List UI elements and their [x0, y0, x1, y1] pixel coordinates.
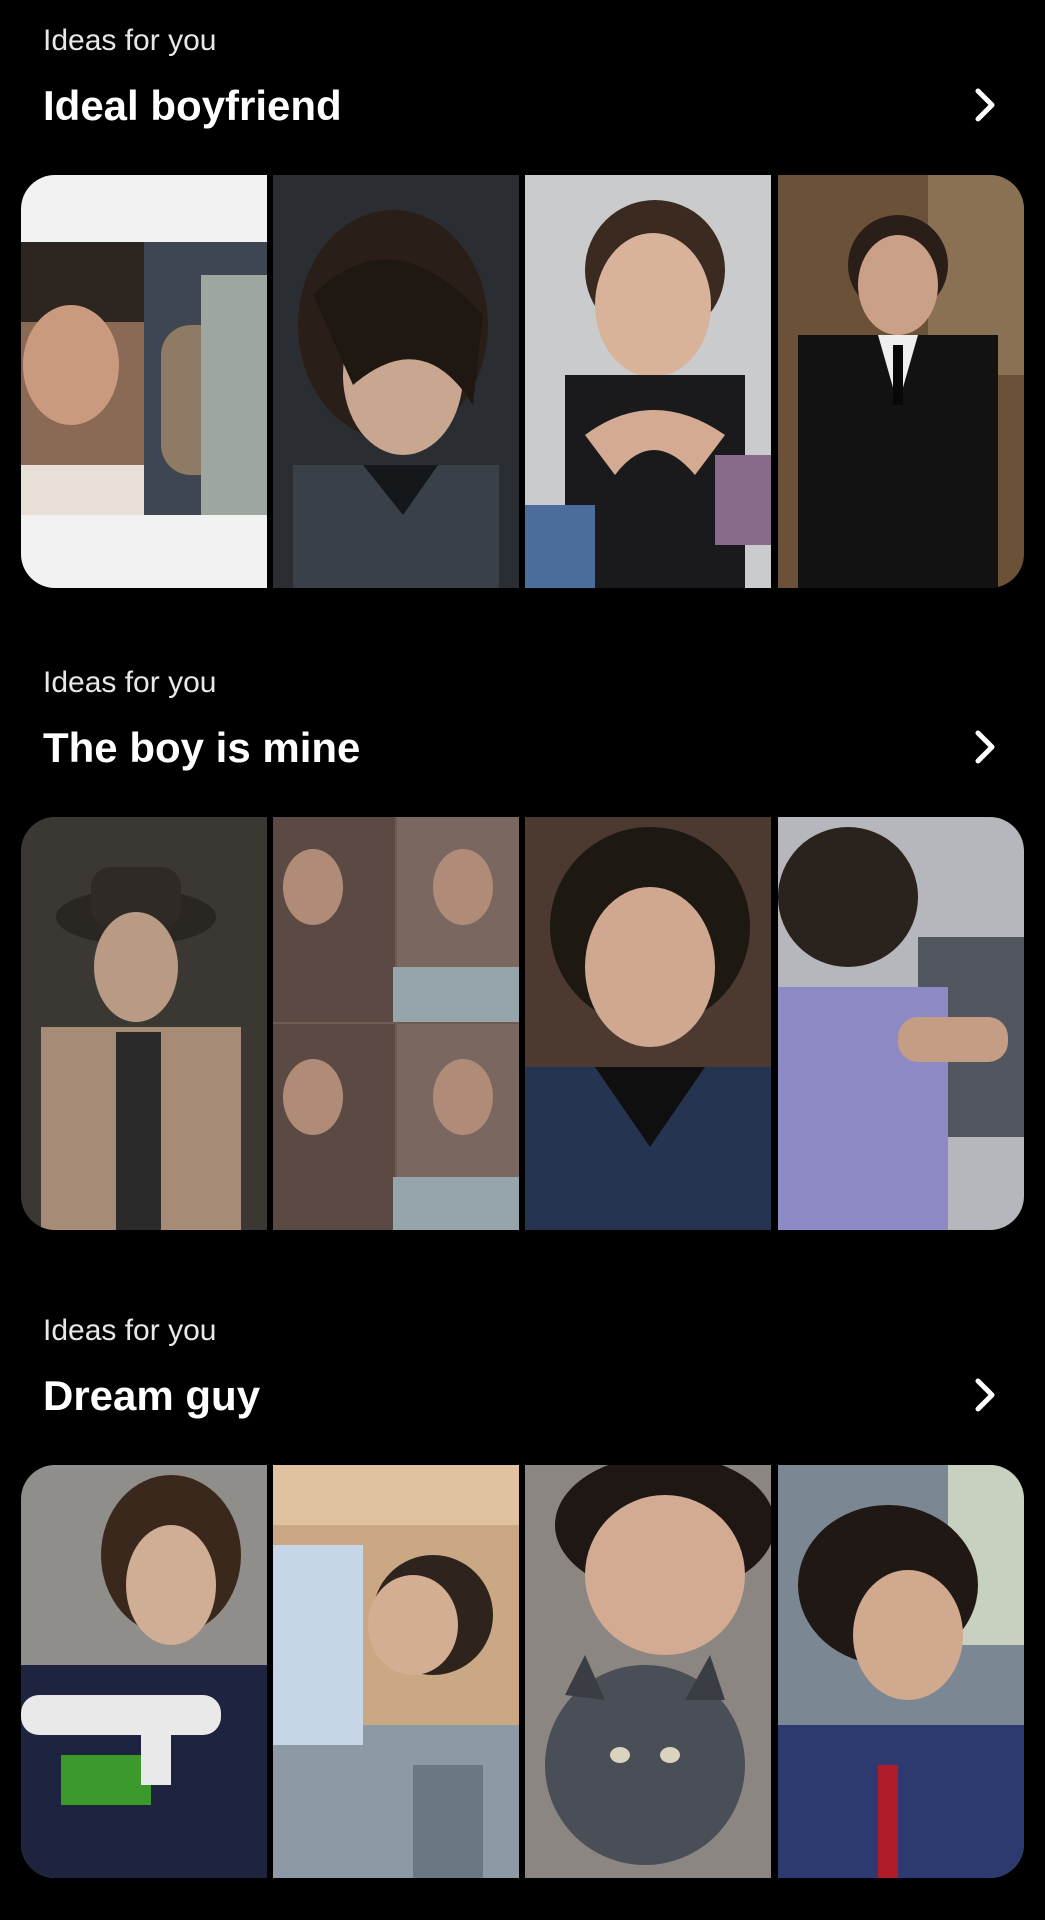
section-kicker: Ideas for you	[43, 24, 217, 57]
section-kicker: Ideas for you	[43, 666, 217, 699]
pin-image[interactable]	[273, 1465, 519, 1878]
section-kicker: Ideas for you	[43, 1314, 217, 1347]
idea-board-preview[interactable]	[21, 817, 1024, 1230]
pin-image[interactable]	[778, 1465, 1024, 1878]
section-title[interactable]: The boy is mine	[43, 724, 360, 772]
section-title[interactable]: Dream guy	[43, 1372, 260, 1420]
pin-image[interactable]	[525, 1465, 771, 1878]
chevron-right-icon[interactable]	[966, 727, 1006, 767]
pin-image[interactable]	[778, 817, 1024, 1230]
chevron-right-icon[interactable]	[966, 1375, 1006, 1415]
pin-image[interactable]	[525, 175, 771, 588]
section-title[interactable]: Ideal boyfriend	[43, 82, 342, 130]
pin-image[interactable]	[273, 175, 519, 588]
pin-image[interactable]	[525, 817, 771, 1230]
chevron-right-icon[interactable]	[966, 85, 1006, 125]
ideas-feed: Ideas for you Ideal boyfriend Ideas for …	[0, 0, 1045, 1920]
pin-image[interactable]	[21, 175, 267, 588]
pin-image[interactable]	[273, 817, 519, 1230]
pin-image[interactable]	[778, 175, 1024, 588]
pin-image[interactable]	[21, 817, 267, 1230]
idea-board-preview[interactable]	[21, 175, 1024, 588]
idea-board-preview[interactable]	[21, 1465, 1024, 1878]
pin-image[interactable]	[21, 1465, 267, 1878]
